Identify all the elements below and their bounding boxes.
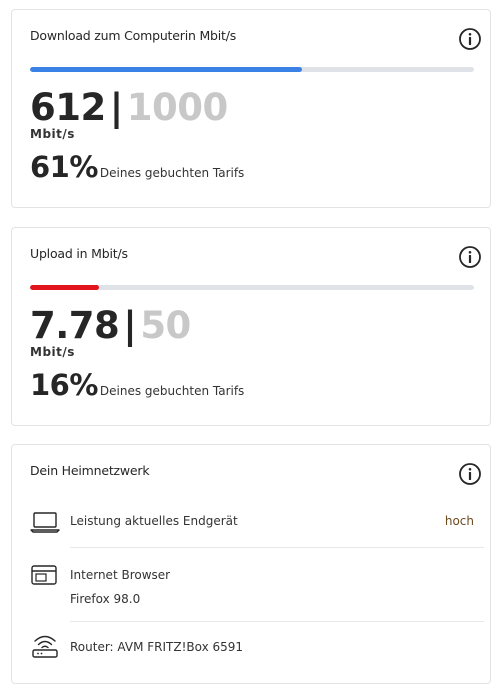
browser-label: Internet Browser [70,568,171,582]
download-title-main: Download zum Computer [30,28,185,43]
device-performance-value: hoch [444,514,474,528]
info-icon[interactable] [457,244,483,270]
info-icon[interactable] [457,461,483,487]
download-title: Download zum Computerin Mbit/s [30,28,236,43]
home-network-card: Dein Heimnetzwerk Leistung aktuelles End… [11,444,491,684]
upload-progress-bar [30,285,474,290]
download-progress-bar [30,67,474,72]
list-item-router: Router: AVM FRITZ!Box 6591 [30,631,474,661]
info-icon[interactable] [457,26,483,52]
upload-title-unit: in Mbit/s [72,246,128,261]
upload-unit: Mbit/s [30,345,75,359]
download-card: Download zum Computerin Mbit/s 612 | 1000 … [11,9,491,208]
download-progress-fill [30,67,302,72]
download-percent-row: 61% Deines gebuchten Tarifs [30,150,244,184]
divider [70,547,484,548]
list-item-device-performance: Leistung aktuelles Endgerät hoch [30,507,474,537]
list-item-browser: Internet Browser Firefox 98.0 [30,561,474,611]
upload-percent-label: Deines gebuchten Tarifs [99,384,245,398]
download-percent: 61% [30,150,98,184]
upload-card: Upload in Mbit/s 7.78 | 50 Mbit/s 16% Deine… [11,227,491,426]
download-unit: Mbit/s [30,127,75,141]
browser-icon [31,565,57,585]
divider [70,621,484,622]
download-booked-speed: 1000 [126,86,228,129]
download-separator: | [109,86,124,129]
wifi-router-icon [32,635,58,658]
upload-percent: 16% [30,368,98,402]
router-label: Router: AVM FRITZ!Box 6591 [70,640,244,654]
download-speed-readout: 612 | 1000 [30,85,228,131]
upload-booked-speed: 50 [140,304,191,347]
download-title-unit: in Mbit/s [184,28,237,43]
upload-progress-fill [30,285,100,290]
browser-version: Firefox 98.0 [70,592,141,606]
download-percent-label: Deines gebuchten Tarifs [99,166,245,180]
upload-separator: | [123,304,137,347]
device-performance-label: Leistung aktuelles Endgerät [70,514,238,528]
upload-percent-row: 16% Deines gebuchten Tarifs [30,368,244,402]
upload-measured-speed: 7.78 [30,304,120,347]
laptop-icon [30,512,60,533]
upload-speed-readout: 7.78 | 50 [30,303,191,349]
home-network-title: Dein Heimnetzwerk [30,463,150,478]
upload-title-main: Upload [30,246,73,261]
upload-title: Upload in Mbit/s [30,246,128,261]
download-measured-speed: 612 [30,86,106,129]
